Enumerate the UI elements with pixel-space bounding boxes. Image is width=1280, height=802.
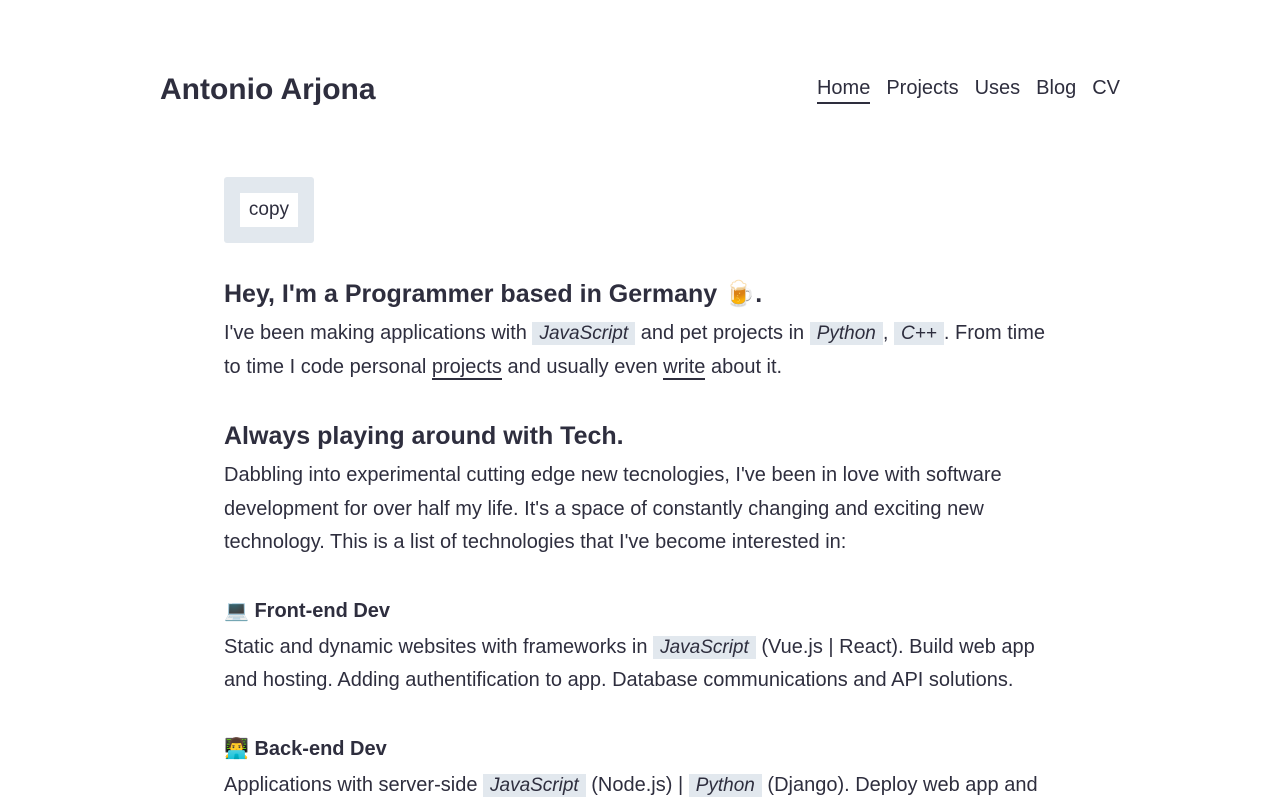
- text: (Node.js) |: [586, 774, 689, 796]
- site-title[interactable]: Antonio Arjona: [160, 73, 376, 107]
- text: (Django). Deploy web app and: [762, 774, 1038, 796]
- text: and usually even: [502, 356, 663, 378]
- text: Applications with server-side: [224, 774, 483, 796]
- nav-cv[interactable]: CV: [1092, 77, 1120, 104]
- code-javascript: JavaScript: [532, 322, 635, 345]
- beer-icon: 🍺: [724, 280, 755, 308]
- code-cpp: C++: [894, 322, 944, 345]
- tech-heading: Always playing around with Tech.: [224, 422, 1064, 451]
- backend-title: Back-end Dev: [254, 738, 386, 760]
- projects-link[interactable]: projects: [432, 356, 502, 380]
- text: about it.: [705, 356, 782, 378]
- nav-projects[interactable]: Projects: [886, 77, 958, 104]
- text: I've been making applications with: [224, 322, 532, 344]
- broken-image: copy: [240, 193, 298, 227]
- intro-heading-end: .: [755, 280, 762, 308]
- frontend-heading: 💻 Front-end Dev: [224, 598, 1064, 623]
- tech-paragraph: Dabbling into experimental cutting edge …: [224, 459, 1034, 560]
- frontend-title: Front-end Dev: [254, 600, 390, 622]
- nav-blog[interactable]: Blog: [1036, 77, 1076, 104]
- profile-image-frame: copy: [224, 177, 314, 243]
- text: and pet projects in: [635, 322, 810, 344]
- nav-uses[interactable]: Uses: [975, 77, 1021, 104]
- text: ,: [883, 322, 894, 344]
- code-javascript: JavaScript: [653, 636, 756, 659]
- site-header: Antonio Arjona Home Projects Uses Blog C…: [160, 68, 1120, 112]
- frontend-paragraph: Static and dynamic websites with framewo…: [224, 631, 1044, 698]
- write-link[interactable]: write: [663, 356, 705, 380]
- intro-heading-text: Hey, I'm a Programmer based in Germany: [224, 280, 717, 308]
- code-javascript: JavaScript: [483, 774, 586, 797]
- technologist-icon: 👨‍💻: [224, 738, 249, 760]
- nav-home[interactable]: Home: [817, 77, 870, 104]
- backend-heading: 👨‍💻 Back-end Dev: [224, 736, 1064, 761]
- text: Static and dynamic websites with framewo…: [224, 636, 653, 658]
- intro-paragraph: I've been making applications with JavaS…: [224, 317, 1059, 384]
- main-content: copy Hey, I'm a Programmer based in Germ…: [224, 177, 1064, 802]
- code-python: Python: [689, 774, 762, 797]
- intro-heading: Hey, I'm a Programmer based in Germany 🍺…: [224, 280, 1064, 309]
- laptop-icon: 💻: [224, 600, 249, 622]
- backend-paragraph: Applications with server-side JavaScript…: [224, 769, 1044, 802]
- main-nav: Home Projects Uses Blog CV: [817, 77, 1120, 104]
- code-python: Python: [810, 322, 883, 345]
- image-alt-text: copy: [249, 199, 289, 221]
